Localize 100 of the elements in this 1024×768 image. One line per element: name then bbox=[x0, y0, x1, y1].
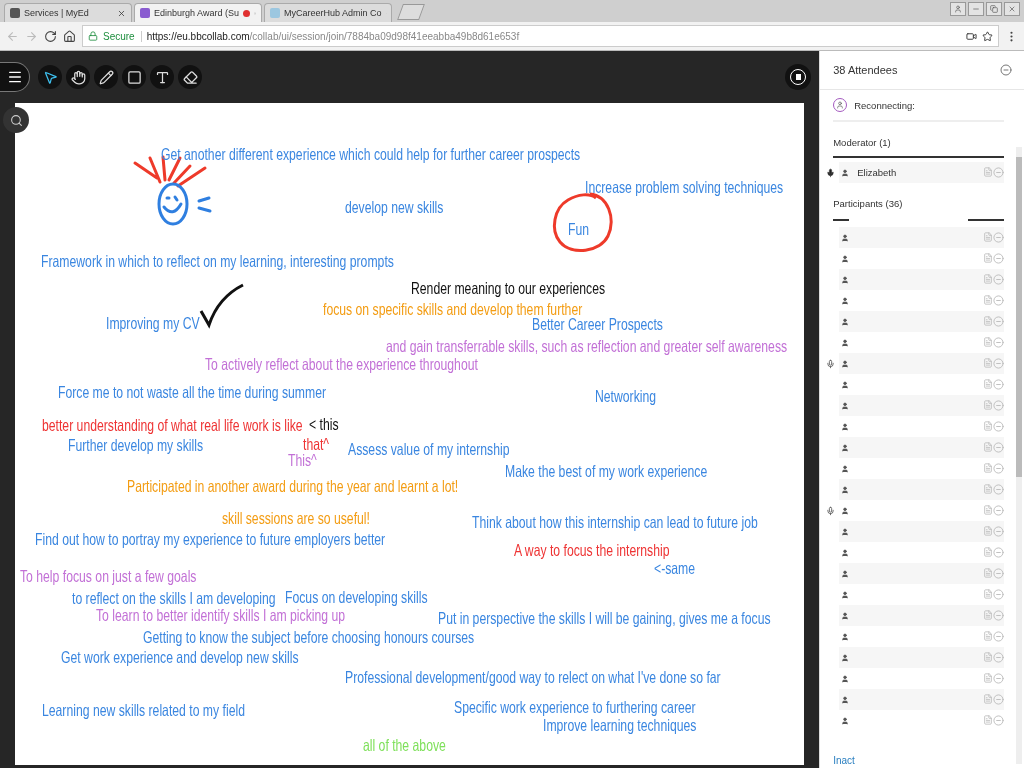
minus-circle-icon[interactable] bbox=[993, 337, 1004, 348]
minus-circle-icon[interactable] bbox=[993, 694, 1004, 705]
whiteboard-note: To actively reflect about the experience throughout bbox=[205, 355, 478, 373]
attendee-row[interactable] bbox=[839, 353, 1004, 374]
minus-circle-icon[interactable] bbox=[993, 274, 1004, 285]
document-icon[interactable] bbox=[983, 167, 993, 177]
minus-circle-icon[interactable] bbox=[993, 253, 1004, 264]
whiteboard-note: Networking bbox=[595, 387, 657, 405]
document-icon[interactable] bbox=[983, 715, 993, 725]
browser-tab[interactable]: Services | MyEd bbox=[4, 3, 132, 22]
user-icon bbox=[841, 317, 850, 326]
document-icon[interactable] bbox=[983, 358, 993, 368]
document-icon[interactable] bbox=[983, 442, 993, 452]
address-bar[interactable]: Secure https://eu.bbcollab.com/collab/ui/session/join/7884ba09d98f41eeabba49b8d61e653f bbox=[82, 25, 999, 47]
document-icon[interactable] bbox=[983, 568, 993, 578]
minimize-icon[interactable] bbox=[968, 2, 984, 16]
document-icon[interactable] bbox=[983, 505, 993, 515]
menu-icon[interactable] bbox=[6, 69, 23, 85]
document-icon[interactable] bbox=[983, 274, 993, 284]
bookmark-star-icon[interactable] bbox=[982, 30, 993, 42]
user-icon bbox=[841, 233, 850, 242]
whiteboard-note: Specific work experience to furthering career bbox=[454, 698, 696, 716]
document-icon[interactable] bbox=[983, 316, 993, 326]
attendee-row[interactable] bbox=[839, 311, 1004, 332]
document-icon[interactable] bbox=[983, 694, 993, 704]
document-icon[interactable] bbox=[983, 463, 993, 473]
minus-circle-icon[interactable] bbox=[993, 568, 1004, 579]
minus-circle-icon[interactable] bbox=[993, 463, 1004, 474]
document-icon[interactable] bbox=[983, 610, 993, 620]
browser-tab[interactable]: MyCareerHub Admin Co bbox=[264, 3, 392, 22]
minus-circle-icon[interactable] bbox=[993, 316, 1004, 327]
document-icon[interactable] bbox=[983, 484, 993, 494]
document-icon[interactable] bbox=[983, 421, 993, 431]
minus-circle-icon[interactable] bbox=[993, 589, 1004, 600]
minus-circle-icon[interactable] bbox=[993, 484, 1004, 495]
document-icon[interactable] bbox=[983, 526, 993, 536]
home-icon[interactable] bbox=[63, 29, 76, 43]
whiteboard-note: better understanding of what real life work is like bbox=[42, 416, 303, 434]
document-icon[interactable] bbox=[983, 295, 993, 305]
minus-circle-icon[interactable] bbox=[993, 547, 1004, 558]
search-icon[interactable] bbox=[9, 113, 23, 127]
document-icon[interactable] bbox=[983, 337, 993, 347]
minus-circle-icon[interactable] bbox=[993, 358, 1004, 369]
minus-circle-icon[interactable] bbox=[993, 715, 1004, 726]
user-icon bbox=[841, 674, 850, 683]
attendee-row[interactable] bbox=[839, 563, 1004, 584]
document-icon[interactable] bbox=[983, 652, 993, 662]
close-icon[interactable] bbox=[1004, 2, 1020, 16]
new-tab-button[interactable] bbox=[397, 4, 425, 20]
attendee-row[interactable] bbox=[839, 227, 1004, 248]
back-icon[interactable] bbox=[6, 29, 19, 43]
minus-circle-icon[interactable] bbox=[993, 505, 1004, 516]
minus-circle-icon[interactable] bbox=[993, 379, 1004, 390]
menu-button[interactable] bbox=[0, 62, 30, 92]
document-icon[interactable] bbox=[983, 547, 993, 557]
document-icon[interactable] bbox=[983, 232, 993, 242]
browser-tab[interactable]: Edinburgh Award (Su bbox=[134, 3, 262, 22]
minus-circle-icon[interactable] bbox=[993, 673, 1004, 684]
attendee-row[interactable] bbox=[839, 395, 1004, 416]
whiteboard-note: Assess value of my internship bbox=[348, 440, 510, 458]
minus-circle-icon[interactable] bbox=[993, 232, 1004, 243]
attendee-row[interactable] bbox=[839, 521, 1004, 542]
minus-circle-icon[interactable] bbox=[993, 442, 1004, 453]
close-icon[interactable] bbox=[117, 8, 126, 18]
document-icon[interactable] bbox=[983, 253, 993, 263]
whiteboard-note: Fun bbox=[568, 220, 590, 238]
minus-circle-icon[interactable] bbox=[993, 400, 1004, 411]
minus-circle-icon[interactable] bbox=[993, 167, 1004, 178]
attendee-row[interactable] bbox=[839, 605, 1004, 626]
minus-circle-icon[interactable] bbox=[993, 421, 1004, 432]
minus-circle-icon[interactable] bbox=[993, 631, 1004, 642]
minus-circle-icon[interactable] bbox=[993, 652, 1004, 663]
reload-icon[interactable] bbox=[44, 29, 57, 43]
stop-button[interactable] bbox=[785, 64, 812, 90]
document-icon[interactable] bbox=[983, 673, 993, 683]
attendee-row[interactable] bbox=[839, 437, 1004, 458]
whiteboard-note: to reflect on the skills I am developing bbox=[72, 589, 276, 607]
attendee-row[interactable] bbox=[839, 689, 1004, 710]
search-button[interactable] bbox=[3, 107, 29, 133]
document-icon[interactable] bbox=[983, 379, 993, 389]
scrollbar[interactable] bbox=[1016, 147, 1022, 764]
forward-icon[interactable] bbox=[25, 29, 38, 43]
document-icon[interactable] bbox=[983, 400, 993, 410]
attendee-row[interactable] bbox=[839, 647, 1004, 668]
document-icon[interactable] bbox=[983, 589, 993, 599]
restore-icon[interactable] bbox=[986, 2, 1002, 16]
user-icon bbox=[841, 548, 850, 557]
user-icon bbox=[841, 506, 850, 515]
document-icon[interactable] bbox=[983, 631, 993, 641]
user-icon[interactable] bbox=[950, 2, 966, 16]
attendee-row[interactable] bbox=[839, 269, 1004, 290]
minus-circle-icon[interactable] bbox=[993, 526, 1004, 537]
whiteboard-note: Framework in which to reflect on my learning, interesting prompts bbox=[41, 252, 394, 270]
minus-circle-icon[interactable] bbox=[993, 610, 1004, 621]
camera-icon[interactable] bbox=[966, 30, 977, 42]
collapse-icon[interactable] bbox=[1000, 64, 1012, 76]
minus-circle-icon[interactable] bbox=[993, 295, 1004, 306]
attendee-row[interactable]: Elizabeth bbox=[839, 162, 1004, 183]
whiteboard-note: Get another different experience which could help for further career prospects bbox=[161, 145, 581, 163]
attendee-row[interactable] bbox=[839, 479, 1004, 500]
